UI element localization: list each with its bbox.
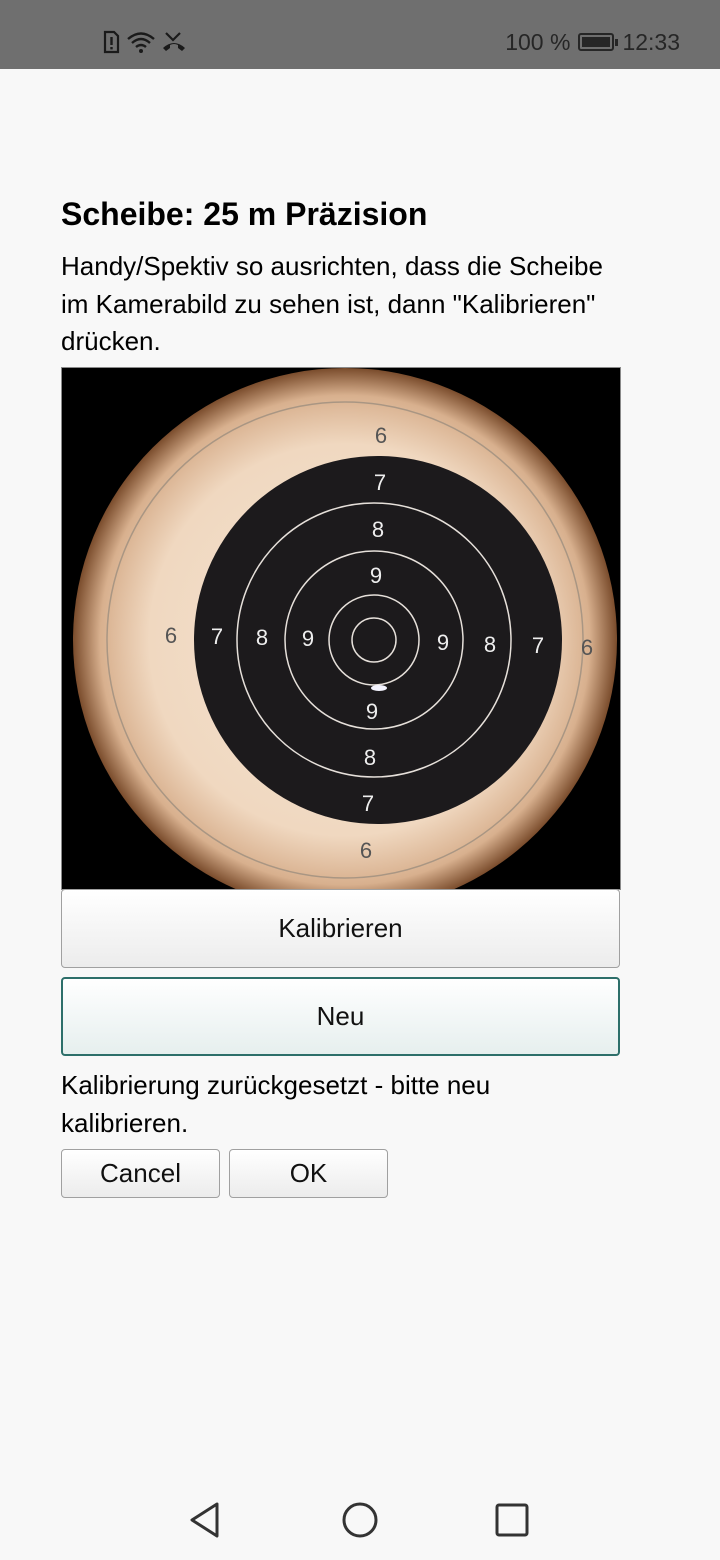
ring-number: 9 (370, 563, 382, 588)
ring-number: 9 (302, 626, 314, 651)
ring-number: 8 (372, 517, 384, 542)
ring-number: 9 (437, 630, 449, 655)
ring-number: 6 (375, 423, 387, 448)
ok-button[interactable]: OK (229, 1149, 388, 1198)
ring-number: 9 (366, 699, 378, 724)
recents-icon[interactable] (492, 1500, 532, 1540)
ring-number: 8 (484, 632, 496, 657)
ring-number: 6 (165, 623, 177, 648)
calibration-status-text: Kalibrierung zurückgesetzt - bitte neu k… (61, 1070, 491, 1138)
instructions-text: Handy/Spektiv so ausrichten, dass die Sc… (61, 251, 603, 356)
new-button[interactable]: Neu (61, 977, 620, 1056)
ring-number: 7 (532, 633, 544, 658)
target-black-area (194, 456, 562, 824)
dialog-title: Scheibe: 25 m Präzision (61, 196, 428, 232)
cancel-button[interactable]: Cancel (61, 1149, 220, 1198)
status-icons-right: 100 % 12:33 (505, 28, 680, 56)
sim-alert-icon (103, 30, 120, 54)
ring-number: 7 (374, 470, 386, 495)
missed-call-icon (163, 32, 185, 51)
target-image: 6 7 8 9 6 7 8 9 9 8 7 6 9 8 7 6 (62, 368, 620, 889)
calibrate-button[interactable]: Kalibrieren (61, 889, 620, 968)
home-icon[interactable] (340, 1500, 380, 1540)
status-icons-left (100, 28, 188, 56)
clock: 12:33 (622, 28, 680, 55)
battery-charging-icon (578, 33, 619, 51)
ring-number: 8 (364, 745, 376, 770)
navigation-bar (0, 1480, 720, 1560)
ring-number: 6 (581, 635, 593, 660)
back-icon[interactable] (186, 1500, 226, 1540)
ring-number: 8 (256, 625, 268, 650)
status-bar: 100 % 12:33 (0, 0, 720, 69)
ring-number: 6 (360, 838, 372, 863)
battery-percentage: 100 % (505, 28, 571, 55)
ring-number: 7 (211, 624, 223, 649)
ring-number: 7 (362, 791, 374, 816)
bullet-hole (371, 685, 387, 691)
wifi-icon (127, 32, 155, 53)
camera-preview[interactable]: 6 7 8 9 6 7 8 9 9 8 7 6 9 8 7 6 (61, 367, 621, 890)
